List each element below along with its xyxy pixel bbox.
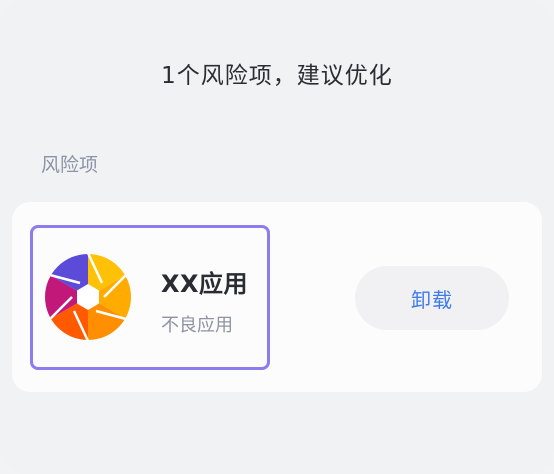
section-label: 风险项 xyxy=(41,154,99,176)
uninstall-button[interactable]: 卸载 xyxy=(355,266,509,330)
dialog-title: 1个风险项，建议优化 xyxy=(161,63,393,89)
app-description: 不良应用 xyxy=(161,315,233,336)
risk-dialog: 1个风险项，建议优化 风险项 XX应用 不良应用 卸载 xyxy=(0,0,554,474)
app-name: XX应用 xyxy=(161,270,249,298)
camera-shutter-icon xyxy=(45,254,131,340)
